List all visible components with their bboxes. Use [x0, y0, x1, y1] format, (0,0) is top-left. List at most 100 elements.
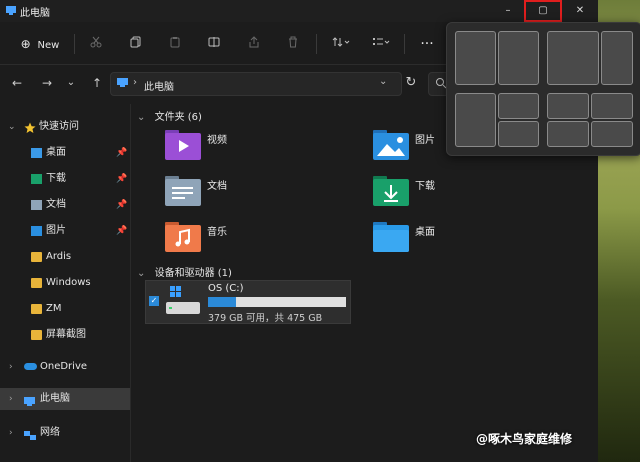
forward-button[interactable]: → — [38, 74, 56, 92]
folder-music[interactable]: 音乐 — [165, 220, 365, 256]
music-folder-icon — [165, 222, 201, 252]
snap-zone[interactable] — [591, 93, 633, 119]
sidebar-item-label: 快速访问 — [39, 121, 79, 132]
snap-zone[interactable] — [591, 121, 633, 147]
sidebar-item-label: Ardis — [46, 251, 72, 262]
drive-space-info: 379 GB 可用，共 475 GB — [208, 313, 323, 324]
paste-icon[interactable] — [165, 34, 185, 54]
sidebar-item-network[interactable]: › 网络 — [0, 422, 130, 444]
devices-section-header[interactable]: ⌄ 设备和驱动器 (1) — [137, 264, 232, 279]
snap-zone[interactable] — [455, 31, 496, 85]
up-button[interactable]: ↑ — [88, 74, 106, 92]
folder-downloads[interactable]: 下载 — [373, 174, 573, 210]
more-options-icon[interactable]: ··· — [414, 34, 440, 54]
sidebar-item-desktop[interactable]: 桌面 📌 — [0, 142, 130, 164]
folder-icon — [31, 304, 42, 314]
rename-icon[interactable] — [204, 34, 224, 54]
address-bar[interactable]: › 此电脑 ⌄ — [110, 72, 402, 96]
drive-name: OS (C:) — [208, 283, 244, 294]
sidebar-item-label: 此电脑 — [40, 393, 70, 404]
view-icon[interactable] — [368, 34, 394, 54]
snap-layout-left-stack — [455, 93, 539, 147]
watermark: @啄木鸟家庭维修 — [476, 432, 573, 446]
folder-label: 下载 — [415, 181, 435, 192]
snap-zone[interactable] — [498, 93, 539, 119]
sidebar-item-label: 网络 — [40, 427, 60, 438]
copy-icon[interactable] — [126, 34, 146, 54]
sidebar-item-zm[interactable]: ZM — [0, 298, 130, 320]
cloud-icon — [24, 363, 37, 370]
sidebar-item-label: 屏幕截图 — [46, 329, 86, 340]
folder-label: 桌面 — [415, 227, 435, 238]
folder-label: 图片 — [415, 135, 435, 146]
separator — [316, 34, 317, 54]
snap-zone[interactable] — [547, 93, 589, 119]
snap-zone[interactable] — [498, 31, 539, 85]
new-button[interactable]: ⊕ New — [16, 34, 64, 54]
chevron-right-icon: › — [9, 362, 13, 372]
sidebar-item-quick-access[interactable]: ⌄ 快速访问 — [0, 116, 130, 138]
separator — [74, 34, 75, 54]
sidebar-item-documents[interactable]: 文档 📌 — [0, 194, 130, 216]
content-pane: ⌄ 文件夹 (6) 视频 图片 文档 下载 音乐 桌面 ⌄ 设备和驱动器 (1)… — [131, 104, 598, 462]
folder-documents[interactable]: 文档 — [165, 174, 365, 210]
sidebar-item-this-pc[interactable]: › 此电脑 — [0, 388, 130, 410]
snap-zone[interactable] — [547, 121, 589, 147]
documents-folder-icon — [165, 176, 201, 206]
delete-icon[interactable] — [283, 34, 303, 54]
drive-usage-fill — [208, 297, 236, 307]
sidebar-item-label: 文档 — [46, 199, 66, 210]
network-icon — [24, 428, 36, 440]
share-icon[interactable] — [244, 34, 264, 54]
recent-locations-icon[interactable]: ⌄ — [62, 74, 80, 92]
downloads-folder-icon — [373, 176, 409, 206]
close-button[interactable]: ✕ — [562, 0, 598, 22]
pictures-icon — [31, 226, 42, 236]
snap-zone[interactable] — [601, 31, 633, 85]
folder-videos[interactable]: 视频 — [165, 128, 365, 164]
folder-label: 视频 — [207, 135, 227, 146]
new-label: New — [37, 40, 60, 51]
sidebar-item-ardis[interactable]: Ardis — [0, 246, 130, 268]
chevron-right-icon: › — [133, 77, 137, 88]
videos-folder-icon — [165, 130, 201, 160]
downloads-icon — [31, 174, 42, 184]
sidebar-item-screenshots[interactable]: 屏幕截图 — [0, 324, 130, 346]
pin-icon: 📌 — [116, 174, 128, 184]
address-dropdown-icon[interactable]: ⌄ — [379, 76, 387, 87]
plus-circle-icon: ⊕ — [20, 37, 31, 51]
sidebar-item-downloads[interactable]: 下载 📌 — [0, 168, 130, 190]
sidebar-item-pictures[interactable]: 图片 📌 — [0, 220, 130, 242]
sidebar-item-windows[interactable]: Windows — [0, 272, 130, 294]
snap-zone[interactable] — [455, 93, 496, 147]
this-pc-icon — [117, 78, 128, 91]
navigation-pane: ⌄ 快速访问 桌面 📌 下载 📌 文档 📌 图片 📌 Ardis Windows… — [0, 104, 131, 462]
drive-usage-bar — [208, 297, 346, 307]
sidebar-item-onedrive[interactable]: › OneDrive — [0, 356, 130, 378]
maximize-highlight-box — [524, 0, 562, 22]
snap-layouts-flyout — [446, 22, 640, 156]
back-button[interactable]: ← — [8, 74, 26, 92]
drive-c[interactable]: ✓ OS (C:) 379 GB 可用，共 475 GB — [145, 280, 351, 324]
this-pc-icon — [6, 6, 16, 15]
folder-desktop[interactable]: 桌面 — [373, 220, 573, 256]
address-location: 此电脑 — [144, 82, 174, 93]
sidebar-item-label: Windows — [46, 277, 91, 288]
snap-zone[interactable] — [498, 121, 539, 147]
chevron-right-icon: › — [9, 428, 13, 438]
star-icon — [24, 121, 36, 133]
window-title: 此电脑 — [20, 8, 50, 19]
chevron-down-icon: ⌄ — [137, 112, 146, 123]
desktop-icon — [31, 148, 42, 158]
folder-icon — [31, 330, 42, 340]
pictures-folder-icon — [373, 130, 409, 160]
refresh-button[interactable]: ↻ — [402, 74, 420, 92]
minimize-button[interactable]: – — [490, 0, 526, 22]
sort-icon[interactable] — [328, 34, 354, 54]
title-bar: 此电脑 – ▢ ✕ — [0, 0, 598, 22]
checkbox-checked-icon[interactable]: ✓ — [149, 296, 159, 306]
snap-zone[interactable] — [547, 31, 599, 85]
cut-icon[interactable] — [86, 34, 106, 54]
folders-section-header[interactable]: ⌄ 文件夹 (6) — [137, 108, 202, 123]
sidebar-item-label: OneDrive — [40, 361, 88, 372]
